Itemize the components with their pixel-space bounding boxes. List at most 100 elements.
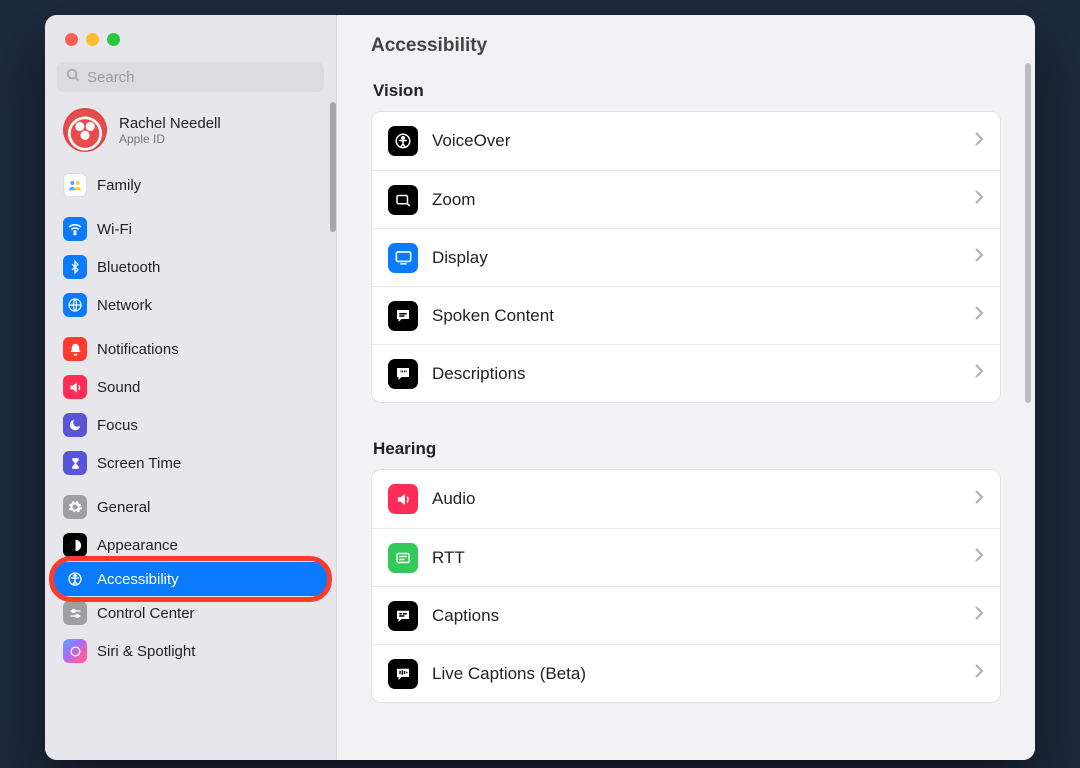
sidebar-item-label: Notifications xyxy=(97,341,179,358)
search-field[interactable] xyxy=(57,62,324,92)
chevron-right-icon xyxy=(974,547,984,568)
sidebar: Rachel Needell Apple ID Family Wi- xyxy=(45,15,337,760)
network-icon xyxy=(63,293,87,317)
sidebar-item-bluetooth[interactable]: Bluetooth xyxy=(53,250,328,284)
search-container xyxy=(45,46,336,102)
chevron-right-icon xyxy=(974,189,984,210)
sidebar-item-label: Sound xyxy=(97,379,140,396)
vision-panel: VoiceOver Zoom Display xyxy=(371,111,1001,403)
user-avatar xyxy=(63,108,107,152)
zoom-icon xyxy=(388,185,418,215)
user-name: Rachel Needell xyxy=(119,115,221,132)
row-descriptions[interactable]: "" Descriptions xyxy=(372,344,1000,402)
row-zoom[interactable]: Zoom xyxy=(372,170,1000,228)
chevron-right-icon xyxy=(974,605,984,626)
row-spoken-content[interactable]: Spoken Content xyxy=(372,286,1000,344)
sidebar-item-label: Appearance xyxy=(97,537,178,554)
moon-icon xyxy=(63,413,87,437)
sidebar-item-accessibility[interactable]: Accessibility xyxy=(53,562,328,596)
page-title: Accessibility xyxy=(371,35,1001,57)
sidebar-item-label: Siri & Spotlight xyxy=(97,643,195,660)
sidebar-item-apple-id[interactable]: Rachel Needell Apple ID xyxy=(53,102,328,158)
row-label: Audio xyxy=(432,489,960,509)
rtt-icon xyxy=(388,543,418,573)
chevron-right-icon xyxy=(974,131,984,152)
sidebar-item-label: Screen Time xyxy=(97,455,181,472)
sidebar-item-screen-time[interactable]: Screen Time xyxy=(53,446,328,480)
row-label: Captions xyxy=(432,606,960,626)
hourglass-icon xyxy=(63,451,87,475)
speaker-icon xyxy=(388,484,418,514)
sidebar-item-siri-spotlight[interactable]: Siri & Spotlight xyxy=(53,634,328,668)
settings-window: Rachel Needell Apple ID Family Wi- xyxy=(45,15,1035,760)
sidebar-scroll: Rachel Needell Apple ID Family Wi- xyxy=(45,102,336,760)
main-scrollbar[interactable] xyxy=(1025,63,1031,403)
row-label: Descriptions xyxy=(432,364,960,384)
sidebar-item-sound[interactable]: Sound xyxy=(53,370,328,404)
gear-icon xyxy=(63,495,87,519)
appearance-icon xyxy=(63,533,87,557)
sidebar-item-label: Family xyxy=(97,177,141,194)
live-captions-icon xyxy=(388,659,418,689)
chevron-right-icon xyxy=(974,247,984,268)
chevron-right-icon xyxy=(974,363,984,384)
sidebar-item-label: Wi-Fi xyxy=(97,221,132,238)
user-subtitle: Apple ID xyxy=(119,132,221,146)
row-audio[interactable]: Audio xyxy=(372,470,1000,528)
siri-icon xyxy=(63,639,87,663)
sidebar-item-appearance[interactable]: Appearance xyxy=(53,528,328,562)
wifi-icon xyxy=(63,217,87,241)
family-icon xyxy=(63,173,87,197)
row-voiceover[interactable]: VoiceOver xyxy=(372,112,1000,170)
sidebar-item-label: Accessibility xyxy=(97,571,179,588)
search-icon xyxy=(65,67,81,88)
sidebar-item-focus[interactable]: Focus xyxy=(53,408,328,442)
row-label: Live Captions (Beta) xyxy=(432,664,960,684)
sidebar-item-label: Focus xyxy=(97,417,138,434)
bell-icon xyxy=(63,337,87,361)
captions-icon xyxy=(388,601,418,631)
accessibility-icon xyxy=(63,567,87,591)
sidebar-scrollbar[interactable] xyxy=(330,102,336,232)
row-label: Zoom xyxy=(432,190,960,210)
speech-bubble-icon xyxy=(388,301,418,331)
section-header-vision: Vision xyxy=(373,81,999,101)
row-label: Spoken Content xyxy=(432,306,960,326)
speaker-icon xyxy=(63,375,87,399)
sidebar-item-general[interactable]: General xyxy=(53,490,328,524)
svg-text:"": "" xyxy=(400,368,408,377)
sidebar-item-network[interactable]: Network xyxy=(53,288,328,322)
sidebar-item-control-center[interactable]: Control Center xyxy=(53,596,328,630)
sidebar-item-label: General xyxy=(97,499,150,516)
fullscreen-window-button[interactable] xyxy=(107,33,120,46)
search-input[interactable] xyxy=(87,69,316,86)
quote-bubble-icon: "" xyxy=(388,359,418,389)
chevron-right-icon xyxy=(974,663,984,684)
close-window-button[interactable] xyxy=(65,33,78,46)
sidebar-item-notifications[interactable]: Notifications xyxy=(53,332,328,366)
row-rtt[interactable]: RTT xyxy=(372,528,1000,586)
display-icon xyxy=(388,243,418,273)
main-content: Accessibility Vision VoiceOver Zoom xyxy=(337,15,1035,760)
chevron-right-icon xyxy=(974,305,984,326)
window-controls xyxy=(45,15,336,46)
row-captions[interactable]: Captions xyxy=(372,586,1000,644)
row-label: VoiceOver xyxy=(432,131,960,151)
sidebar-item-label: Control Center xyxy=(97,605,195,622)
bluetooth-icon xyxy=(63,255,87,279)
tutorial-highlight: Accessibility xyxy=(53,562,328,596)
voiceover-icon xyxy=(388,126,418,156)
sidebar-item-wifi[interactable]: Wi-Fi xyxy=(53,212,328,246)
row-label: Display xyxy=(432,248,960,268)
sliders-icon xyxy=(63,601,87,625)
hearing-panel: Audio RTT Captions xyxy=(371,469,1001,703)
row-display[interactable]: Display xyxy=(372,228,1000,286)
sidebar-item-label: Bluetooth xyxy=(97,259,160,276)
sidebar-item-label: Network xyxy=(97,297,152,314)
chevron-right-icon xyxy=(974,489,984,510)
row-label: RTT xyxy=(432,548,960,568)
sidebar-item-family[interactable]: Family xyxy=(53,168,328,202)
row-live-captions[interactable]: Live Captions (Beta) xyxy=(372,644,1000,702)
section-header-hearing: Hearing xyxy=(373,439,999,459)
minimize-window-button[interactable] xyxy=(86,33,99,46)
